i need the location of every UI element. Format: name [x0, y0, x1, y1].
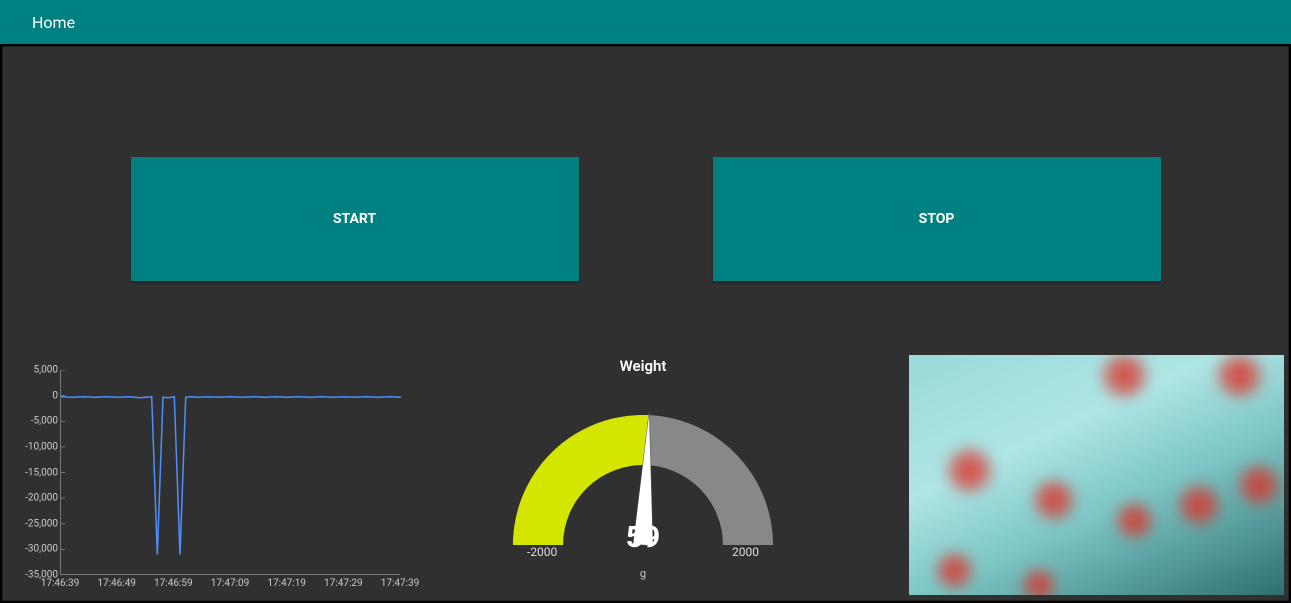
gauge-max-label: 2000 [732, 545, 759, 559]
widgets-row: 5,000 0 -5,000 -10,000 -15,000 -20,000 -25,000… [3, 355, 1288, 600]
image-marker [932, 548, 977, 593]
x-axis: 17:46:3917:46:4917:46:5917:47:0917:47:19… [60, 578, 400, 592]
gauge-title: Weight [493, 357, 793, 375]
y-tick-label: -20,000 [25, 493, 58, 504]
control-buttons: START STOP [3, 157, 1288, 281]
y-tick-label: -5,000 [31, 416, 58, 427]
y-tick-label: -15,000 [25, 467, 58, 478]
line-series [61, 397, 401, 555]
x-tick-label: 17:47:39 [381, 578, 420, 589]
plot-area [60, 370, 400, 575]
y-tick-label: -25,000 [25, 518, 58, 529]
y-tick-label: 5,000 [34, 365, 58, 376]
y-tick-label: 0 [52, 390, 58, 401]
y-axis: 5,0000-5,000-10,000-15,000-20,000-25,000… [10, 370, 60, 575]
gauge-range-labels: -2000 2000 [503, 545, 783, 565]
x-tick-label: 17:46:49 [97, 578, 136, 589]
start-button[interactable]: START [131, 157, 579, 281]
stop-button[interactable]: STOP [713, 157, 1161, 281]
gauge-min-label: -2000 [527, 545, 557, 559]
image-marker [1029, 475, 1079, 525]
x-tick-label: 17:47:29 [324, 578, 363, 589]
gauge-unit: g [493, 567, 793, 580]
image-marker [1212, 355, 1267, 403]
x-tick-label: 17:47:09 [211, 578, 250, 589]
image-marker [1112, 498, 1157, 543]
x-tick-label: 17:46:39 [41, 578, 80, 589]
x-tick-label: 17:47:19 [267, 578, 306, 589]
gauge-body: 59 [503, 395, 783, 555]
weight-gauge: Weight 59 -2000 2000 g [493, 355, 793, 600]
camera-feed [909, 355, 1284, 595]
page-title: Home [32, 13, 75, 32]
main-content: START STOP 5,000 0 -5,000 -10,000 -15,000 -20… [2, 46, 1289, 601]
y-tick-label: -30,000 [25, 544, 58, 555]
app-header: Home [0, 0, 1291, 44]
image-marker [1174, 480, 1224, 530]
image-marker [942, 443, 997, 498]
x-tick-label: 17:46:59 [154, 578, 193, 589]
y-tick-label: -10,000 [25, 441, 58, 452]
image-marker [1234, 460, 1284, 510]
line-chart: 5,0000-5,000-10,000-15,000-20,000-25,000… [10, 370, 405, 590]
image-marker [1019, 565, 1059, 595]
line-chart-svg [61, 370, 401, 575]
image-marker [1097, 355, 1152, 403]
